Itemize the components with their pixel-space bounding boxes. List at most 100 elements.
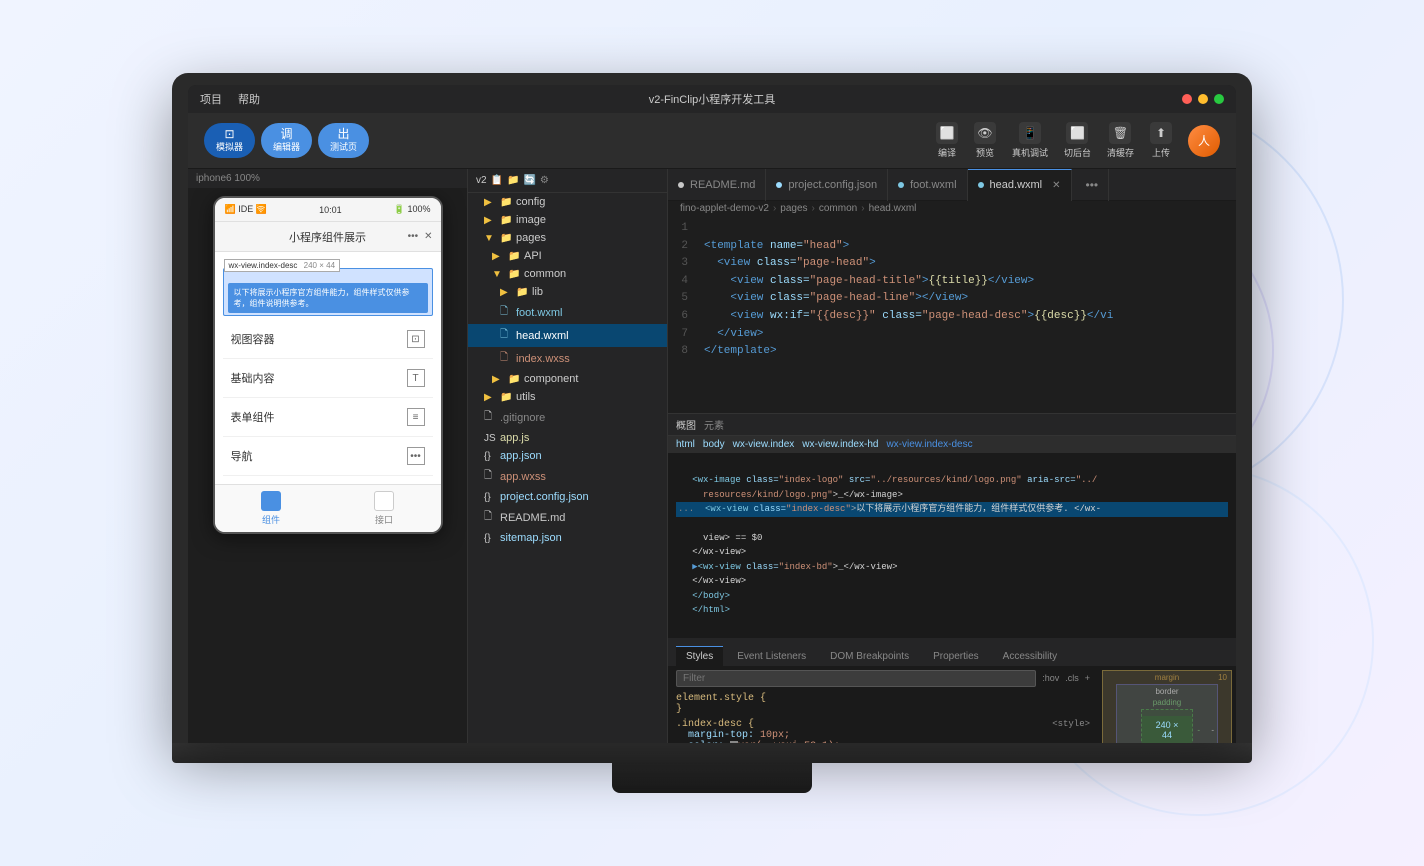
folder-icon: 📁 [500, 215, 512, 226]
menu-item-view-container[interactable]: 视图容器 ⊡ [223, 320, 433, 359]
breadcrumb: fino-applet-demo-v2 › pages › common › h… [668, 201, 1236, 216]
tree-item-common[interactable]: ▼ 📁 common [468, 265, 667, 283]
styles-tab[interactable]: Styles [676, 646, 723, 666]
interface-tab-icon [374, 491, 394, 511]
selected-text: 以下将展示小程序官方组件能力，组件样式仅供参考，组件说明供参考。 [228, 283, 428, 313]
tree-item-utils[interactable]: ▶ 📁 utils [468, 388, 667, 406]
tree-item-project-config[interactable]: {} project.config.json [468, 488, 667, 506]
page-title: 小程序组件展示 [289, 229, 366, 245]
laptop: 项目 帮助 v2-FinClip小程序开发工具 ⊡ 模拟器 [172, 73, 1252, 793]
properties-tab[interactable]: Properties [923, 647, 989, 666]
chevron-down-icon: ▼ [492, 269, 504, 280]
folder-icon: 📁 [508, 251, 520, 262]
tree-item-head-wxml[interactable]: 🗋 head.wxml [468, 324, 667, 347]
debug-html-preview: <wx-image class="index-logo" src="../res… [668, 453, 1236, 638]
cls-badge[interactable]: .cls [1065, 673, 1079, 683]
menu-help[interactable]: 帮助 [238, 91, 260, 107]
tab-head-wxml[interactable]: head.wxml ✕ [968, 169, 1072, 201]
preview-action[interactable]: 👁 预览 [974, 122, 996, 159]
element-style-rule: element.style { } [676, 693, 1090, 715]
settings-icon[interactable]: ⚙ [540, 175, 549, 186]
window-title: v2-FinClip小程序开发工具 [649, 91, 776, 107]
device-debug-action[interactable]: 📱 真机调试 [1012, 122, 1048, 159]
new-folder-icon[interactable]: 📁 [507, 175, 519, 186]
menu-item-basic-content[interactable]: 基础内容 T [223, 359, 433, 398]
bc-body[interactable]: body [703, 439, 725, 450]
tree-item-app-js[interactable]: JS app.js [468, 429, 667, 447]
tree-item-component[interactable]: ▶ 📁 component [468, 370, 667, 388]
menu-item-nav[interactable]: 导航 ••• [223, 437, 433, 476]
tab-foot-wxml[interactable]: foot.wxml [888, 169, 967, 201]
tree-item-app-wxss[interactable]: 🗋 app.wxss [468, 465, 667, 488]
copy-icon[interactable]: 📋 [491, 175, 503, 186]
minimize-button[interactable] [1198, 94, 1208, 104]
chevron-right-icon: ▶ [492, 374, 504, 385]
code-editor[interactable]: 1 2 3 4 5 6 7 8 <template name="head"> <… [668, 216, 1236, 413]
tab-interface[interactable]: 接口 [328, 491, 441, 526]
tree-item-pages[interactable]: ▼ 📁 pages [468, 229, 667, 247]
user-avatar[interactable]: 人 [1188, 125, 1220, 157]
clear-cache-action[interactable]: 🗑 清缓存 [1107, 122, 1134, 159]
tab-dot-json [776, 182, 782, 188]
tree-item-readme[interactable]: 🗋 README.md [468, 506, 667, 529]
upload-action[interactable]: ⬆ 上传 [1150, 122, 1172, 159]
bc-wx-view-index-desc[interactable]: wx-view.index-desc [886, 439, 972, 450]
overview-tab[interactable]: 概图 [676, 417, 696, 432]
content-box: 240 × 44 [1142, 716, 1192, 743]
file-tree-panel: v2 📋 📁 🔄 ⚙ ▶ 📁 config [468, 169, 668, 743]
laptop-base [172, 743, 1252, 763]
box-model: margin 10 border - padding [1102, 670, 1232, 743]
tab-project-config[interactable]: project.config.json [766, 169, 888, 201]
bc-html[interactable]: html [676, 439, 695, 450]
maximize-button[interactable] [1214, 94, 1224, 104]
compile-action[interactable]: ⬜ 编译 [936, 122, 958, 159]
root-name: v2 [476, 175, 487, 186]
refresh-icon[interactable]: 🔄 [523, 175, 535, 186]
tab-close-icon[interactable]: ✕ [1052, 180, 1060, 191]
laptop-stand [612, 763, 812, 793]
debug-left: html body wx-view.index wx-view.index-hd… [668, 436, 1236, 743]
tree-item-image[interactable]: ▶ 📁 image [468, 211, 667, 229]
styles-panel: :hov .cls + element.style { } [668, 666, 1236, 743]
simulator-button[interactable]: ⊡ 模拟器 [204, 123, 255, 158]
bc-wx-view-index[interactable]: wx-view.index [733, 439, 795, 450]
debug-panel: 概图 元素 html body wx-view.index wx-view.i [668, 413, 1236, 743]
tab-component[interactable]: 组件 [215, 491, 328, 526]
tree-item-config[interactable]: ▶ 📁 config [468, 193, 667, 211]
tree-item-index-wxss[interactable]: 🗋 index.wxss [468, 347, 667, 370]
chevron-down-icon: ▼ [484, 233, 496, 244]
tab-dot-wxml [898, 182, 904, 188]
file-icon: 🗋 [500, 304, 512, 321]
tree-item-app-json[interactable]: {} app.json [468, 447, 667, 465]
tab-more[interactable]: ••• [1072, 169, 1110, 201]
hov-badge[interactable]: :hov [1042, 673, 1059, 683]
styles-left: :hov .cls + element.style { } [668, 666, 1098, 743]
view-container-icon: ⊡ [407, 330, 425, 348]
background-action[interactable]: ⬜ 切后台 [1064, 122, 1091, 159]
dom-breakpoints-tab[interactable]: DOM Breakpoints [820, 647, 919, 666]
tree-item-gitignore[interactable]: 🗋 .gitignore [468, 406, 667, 429]
tree-item-sitemap[interactable]: {} sitemap.json [468, 529, 667, 547]
event-listeners-tab[interactable]: Event Listeners [727, 647, 816, 666]
file-tree-header: v2 📋 📁 🔄 ⚙ [468, 169, 667, 193]
window-controls [1182, 94, 1224, 104]
basic-content-icon: T [407, 369, 425, 387]
signal-indicator: 📶 IDE 🛜 [225, 204, 267, 215]
folder-icon: 📁 [508, 374, 520, 385]
tree-item-lib[interactable]: ▶ 📁 lib [468, 283, 667, 301]
chevron-right-icon: ▶ [484, 392, 496, 403]
bc-wx-view-index-hd[interactable]: wx-view.index-hd [802, 439, 878, 450]
accessibility-tab[interactable]: Accessibility [993, 647, 1067, 666]
tree-item-foot-wxml[interactable]: 🗋 foot.wxml [468, 301, 667, 324]
test-button[interactable]: 出 测试页 [318, 123, 369, 158]
editor-button[interactable]: 调 编辑器 [261, 123, 312, 158]
add-badge[interactable]: + [1085, 673, 1090, 683]
tab-readme[interactable]: README.md [668, 169, 766, 201]
menu-item-form[interactable]: 表单组件 ≡ [223, 398, 433, 437]
elements-tab[interactable]: 元素 [704, 417, 724, 432]
close-button[interactable] [1182, 94, 1192, 104]
menu-project[interactable]: 项目 [200, 91, 222, 107]
tree-item-api[interactable]: ▶ 📁 API [468, 247, 667, 265]
filter-input[interactable] [676, 670, 1036, 687]
more-tabs-icon: ••• [1086, 178, 1099, 192]
